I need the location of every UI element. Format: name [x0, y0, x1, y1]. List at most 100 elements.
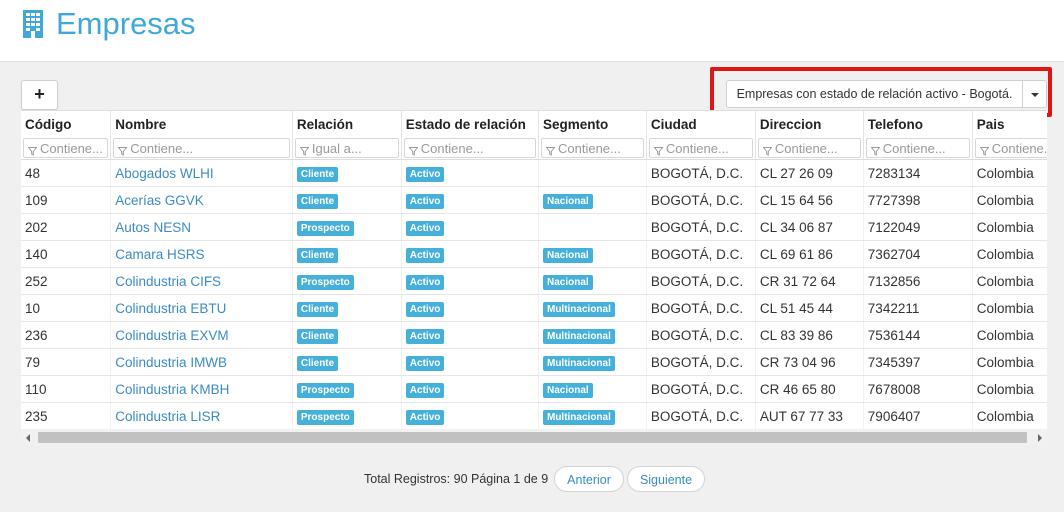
page-title: Empresas	[22, 6, 196, 42]
add-button[interactable]: +	[21, 80, 58, 110]
cell-relacion: Cliente	[292, 186, 402, 214]
filter-placeholder: Igual a...	[311, 140, 362, 156]
company-link[interactable]: Colindustria IMWB	[115, 355, 227, 370]
relacion-badge: Cliente	[296, 355, 339, 371]
column-header[interactable]: Nombre	[110, 111, 293, 137]
cell-relacion: Cliente	[292, 240, 402, 268]
column-header[interactable]: Estado de relación	[401, 111, 539, 137]
cell-ciudad: BOGOTÁ, D.C.	[646, 240, 756, 268]
company-link[interactable]: Colindustria EXVM	[115, 328, 228, 343]
filter-placeholder: Contiene...	[420, 140, 484, 156]
estado-badge: Activo	[405, 220, 445, 236]
column-filter-input[interactable]: Contiene...	[865, 138, 970, 158]
cell-nombre: Autos NESN	[110, 213, 293, 241]
next-page-button[interactable]: Siguiente	[626, 465, 706, 492]
cell-ciudad: BOGOTÁ, D.C.	[646, 348, 756, 376]
segmento-badge: Multinacional	[542, 328, 615, 344]
column-header[interactable]: Código	[21, 111, 112, 137]
table-row[interactable]: 252 Colindustria CIFS Prospecto Activo Nacio…	[21, 267, 1047, 295]
filter-icon	[408, 144, 419, 156]
cell-telefono: 7132856	[863, 267, 973, 295]
company-link[interactable]: Colindustria CIFS	[115, 274, 221, 289]
previous-page-button[interactable]: Anterior	[554, 465, 624, 492]
cell-telefono: 7678008	[863, 375, 973, 403]
filter-cell: Contiene...	[972, 137, 1047, 160]
column-header[interactable]: Pais	[972, 111, 1047, 137]
column-header[interactable]: Ciudad	[646, 111, 756, 137]
table-row[interactable]: 79 Colindustria IMWB Cliente Activo Multinac…	[21, 348, 1047, 376]
cell-ciudad: BOGOTÁ, D.C.	[646, 159, 756, 187]
cell-pais: Colombia	[972, 267, 1047, 295]
cell-nombre: Colindustria LISR	[110, 402, 293, 430]
column-filter-input[interactable]: Contiene...	[974, 138, 1047, 158]
cell-nombre: Abogados WLHI	[110, 159, 293, 187]
cell-codigo: 79	[21, 348, 112, 376]
scroll-left-icon[interactable]	[26, 434, 30, 442]
table-row[interactable]: 48 Abogados WLHI Cliente Activo BOGOTÁ, D.C.…	[21, 159, 1047, 187]
company-link[interactable]: Colindustria EBTU	[115, 301, 226, 316]
cell-telefono: 7362704	[863, 240, 973, 268]
table-row[interactable]: 110 Colindustria KMBH Prospecto Activo Nacio…	[21, 375, 1047, 403]
column-header[interactable]: Direccion	[755, 111, 864, 137]
relacion-badge: Prospecto	[296, 382, 354, 398]
column-header[interactable]: Telefono	[863, 111, 973, 137]
table-row[interactable]: 235 Colindustria LISR Prospecto Activo Multi…	[21, 402, 1047, 430]
estado-badge: Activo	[405, 274, 445, 290]
filter-icon	[870, 144, 881, 156]
table-row[interactable]: 236 Colindustria EXVM Cliente Activo Multina…	[21, 321, 1047, 349]
filter-dropdown-toggle[interactable]	[1023, 80, 1047, 108]
filter-cell: Contiene...	[646, 137, 756, 160]
saved-filter-select[interactable]: Empresas con estado de relación activo -…	[726, 80, 1023, 108]
cell-segmento	[538, 159, 647, 187]
relacion-badge: Cliente	[296, 166, 339, 182]
column-filter-input[interactable]: Contiene...	[757, 138, 861, 158]
column-header[interactable]: Relación	[292, 111, 402, 137]
company-link[interactable]: Acerías GGVK	[115, 193, 204, 208]
table-row[interactable]: 10 Colindustria EBTU Cliente Activo Multinac…	[21, 294, 1047, 322]
column-filter-input[interactable]: Contiene...	[403, 138, 536, 158]
filter-placeholder: Contiene...	[40, 140, 103, 156]
column-header[interactable]: Segmento	[538, 111, 647, 137]
cell-relacion: Cliente	[292, 294, 402, 322]
relacion-badge: Prospecto	[296, 220, 354, 236]
cell-ciudad: BOGOTÁ, D.C.	[646, 402, 756, 430]
column-filter-input[interactable]: Contiene...	[648, 138, 753, 158]
filter-icon	[117, 144, 128, 156]
filter-icon	[653, 144, 664, 156]
scroll-right-icon[interactable]	[1038, 434, 1042, 442]
cell-nombre: Camara HSRS	[110, 240, 293, 268]
cell-pais: Colombia	[972, 159, 1047, 187]
table-row[interactable]: 140 Camara HSRS Cliente Activo Nacional BOGOT…	[21, 240, 1047, 268]
cell-direccion: CL 34 06 87	[755, 213, 864, 241]
relacion-badge: Prospecto	[296, 274, 354, 290]
company-link[interactable]: Camara HSRS	[115, 247, 204, 262]
cell-estado: Activo	[401, 240, 539, 268]
company-link[interactable]: Colindustria KMBH	[115, 382, 229, 397]
company-link[interactable]: Abogados WLHI	[115, 166, 213, 181]
column-filter-input[interactable]: Contiene...	[540, 138, 644, 158]
cell-relacion: Prospecto	[292, 213, 402, 241]
company-link[interactable]: Autos NESN	[115, 220, 191, 235]
cell-codigo: 202	[21, 213, 112, 241]
cell-ciudad: BOGOTÁ, D.C.	[646, 213, 756, 241]
cell-direccion: CR 46 65 80	[755, 375, 864, 403]
scrollbar-thumb[interactable]	[38, 432, 1027, 443]
horizontal-scrollbar[interactable]	[21, 429, 1047, 446]
column-filter-input[interactable]: Igual a...	[294, 138, 399, 158]
cell-telefono: 7283134	[863, 159, 973, 187]
filter-cell: Contiene...	[755, 137, 864, 160]
cell-relacion: Cliente	[292, 159, 402, 187]
filter-placeholder: Contiene...	[130, 140, 194, 156]
cell-codigo: 252	[21, 267, 112, 295]
cell-direccion: CL 69 61 86	[755, 240, 864, 268]
cell-direccion: AUT 67 77 33	[755, 402, 864, 430]
company-link[interactable]: Colindustria LISR	[115, 409, 220, 424]
cell-segmento: Multinacional	[538, 348, 647, 376]
column-filter-input[interactable]: Contiene...	[23, 138, 109, 158]
estado-badge: Activo	[405, 166, 445, 182]
table-row[interactable]: 109 Acerías GGVK Cliente Activo Nacional BOGO…	[21, 186, 1047, 214]
cell-telefono: 7345397	[863, 348, 973, 376]
table-row[interactable]: 202 Autos NESN Prospecto Activo BOGOTÁ, D.C.…	[21, 213, 1047, 241]
cell-nombre: Colindustria KMBH	[110, 375, 293, 403]
column-filter-input[interactable]: Contiene...	[113, 138, 290, 158]
